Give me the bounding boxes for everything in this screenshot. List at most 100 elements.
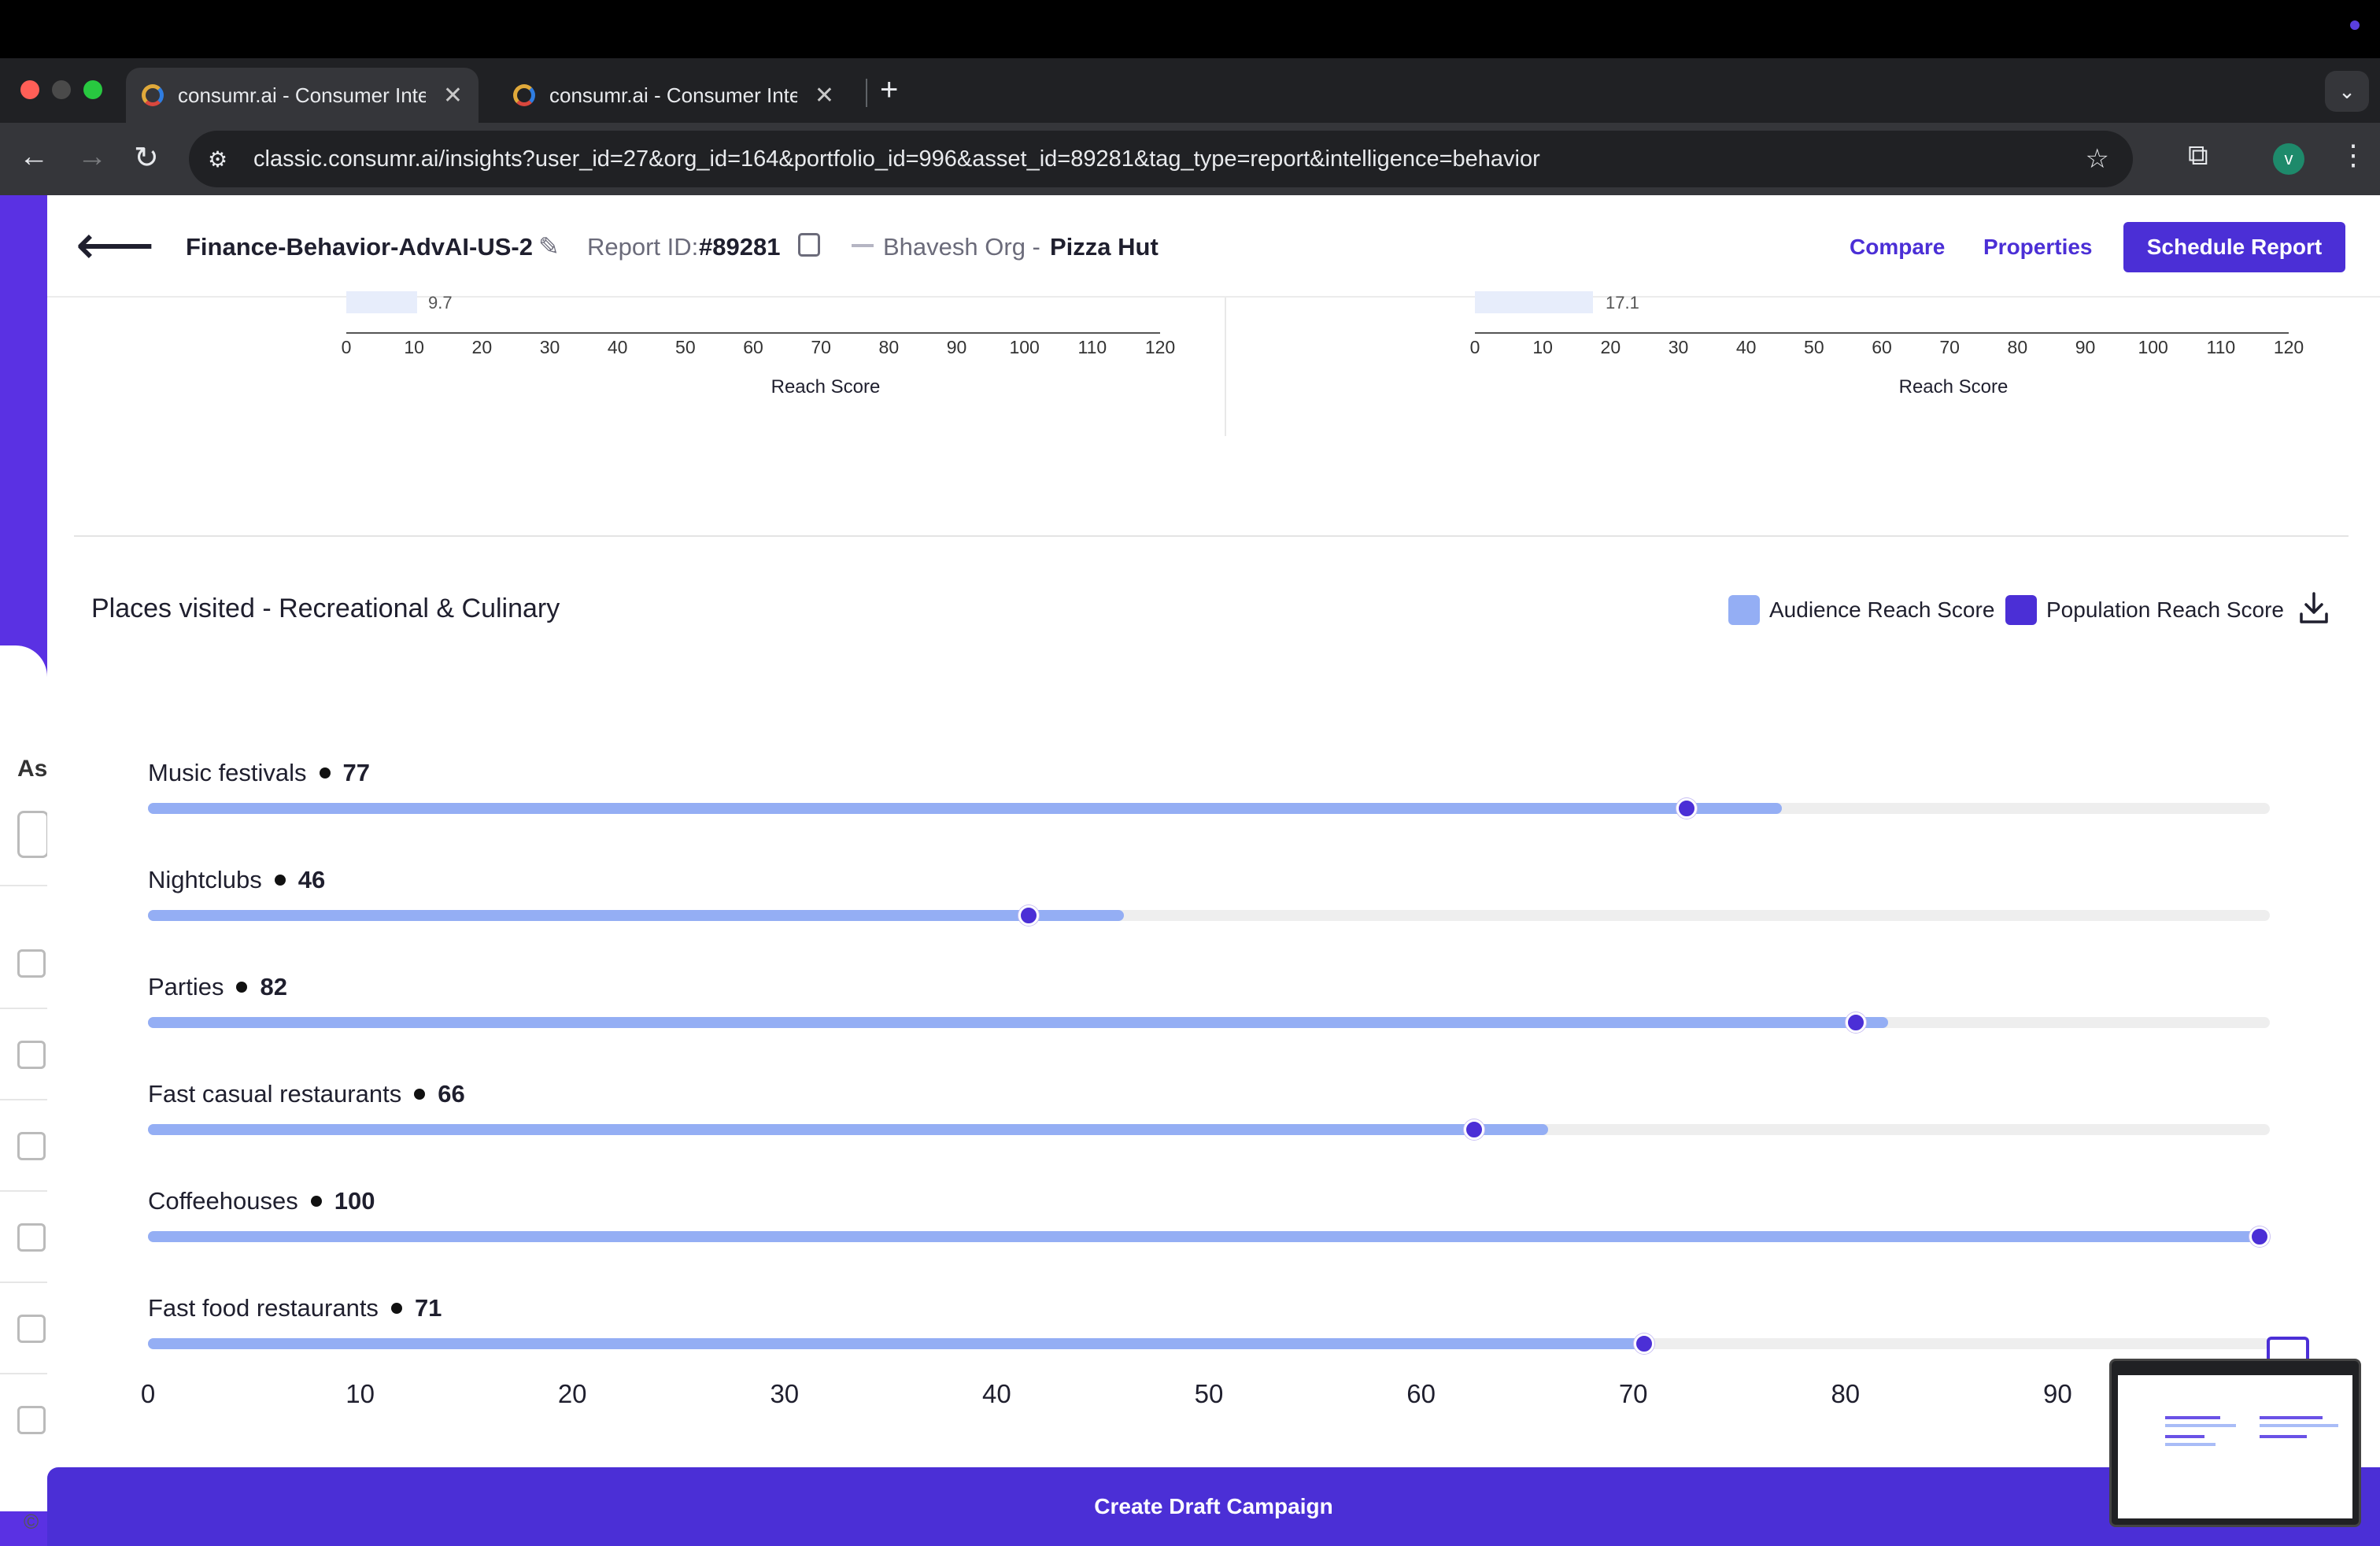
mini-x-tick-label: 90 [946,337,967,357]
x-tick-label: 60 [1406,1379,1436,1408]
consumr-favicon-icon [142,84,164,106]
background-divider [0,1099,47,1100]
background-checkbox [17,949,46,978]
site-info-icon[interactable]: ⚙ [208,146,236,172]
audience-value: 82 [260,973,287,1000]
close-window-button[interactable] [20,80,39,99]
copy-id-icon[interactable] [798,233,820,257]
reload-icon[interactable]: ↻ [134,140,159,176]
extensions-icon[interactable]: ⧉ [2188,139,2208,172]
top-left-axis [346,332,1160,334]
audience-bar[interactable] [148,1124,1549,1135]
mini-x-tick-label: 100 [1009,337,1040,357]
back-arrow-icon[interactable]: ⟵ [76,217,154,272]
audience-bar[interactable] [148,1231,2270,1242]
org-dash-icon [852,244,874,247]
schedule-report-button[interactable]: Schedule Report [2123,222,2345,272]
mini-x-tick-label: 20 [471,337,493,357]
bar-label: Music festivals 77 [148,759,370,787]
profile-avatar[interactable]: v [2273,143,2304,175]
population-marker[interactable] [1018,905,1039,926]
copyright-mark: © [24,1510,39,1533]
background-divider [0,885,47,886]
back-nav-icon[interactable]: ← [19,140,49,174]
section-title: Places visited - Recreational & Culinary [91,594,560,623]
background-asset-label: As [17,756,48,782]
thumbnail-bar [2260,1424,2338,1427]
browser-tab-2[interactable]: consumr.ai - Consumer Intelli ✕ [497,68,850,123]
brand-name: Pizza Hut [1050,233,1159,261]
report-header: ⟵ Finance-Behavior-AdvAI-US-2 ✎ Report I… [47,195,2380,298]
audience-bar[interactable] [148,803,1782,814]
mini-x-tick-label: 90 [2075,337,2096,357]
bar-row: Music festivals 77 [148,759,2270,845]
bar-track [148,1119,2270,1140]
maximize-window-button[interactable] [83,80,102,99]
audience-value: 66 [438,1080,465,1108]
mini-x-tick-label: 0 [341,337,352,357]
population-marker[interactable] [1633,1333,1654,1354]
edit-name-pencil-icon[interactable]: ✎ [538,231,560,261]
mini-x-tick-label: 10 [1532,337,1553,357]
thumbnail-bar [2165,1424,2236,1427]
category-name: Music festivals [148,759,307,786]
mini-x-tick-label: 120 [2273,337,2304,357]
background-checkbox [17,1041,46,1069]
population-marker[interactable] [1464,1119,1484,1140]
audience-bar[interactable] [148,1338,1655,1349]
mini-x-tick-label: 40 [607,337,628,357]
report-card: ⟵ Finance-Behavior-AdvAI-US-2 ✎ Report I… [47,195,2380,1546]
screenshot-thumbnail[interactable] [2109,1359,2361,1527]
background-divider [0,1008,47,1009]
top-right-bar [1475,291,1593,313]
bar-row: Coffeehouses 100 [148,1187,2270,1274]
population-marker[interactable] [2249,1226,2270,1247]
x-tick-label: 90 [2043,1379,2072,1408]
thumbnail-bar [2165,1416,2220,1419]
browser-tab-1[interactable]: consumr.ai - Consumer Intelli ✕ [126,68,479,123]
url-text[interactable]: classic.consumr.ai/insights?user_id=27&o… [253,146,1540,172]
thumbnail-bar [2260,1435,2307,1438]
tab-search-dropdown-icon[interactable]: ⌄ [2325,71,2369,112]
bar-track [148,1226,2270,1247]
top-right-bar-value: 17.1 [1606,293,1639,313]
close-tab-icon[interactable]: ✕ [443,82,463,109]
mini-x-tick-label: 80 [2007,337,2028,357]
population-marker[interactable] [1676,798,1697,819]
mini-x-tick-label: 110 [1077,337,1107,357]
mini-x-tick-label: 30 [539,337,560,357]
chart-divider-vertical [1225,298,1226,436]
top-right-axis [1475,332,2289,334]
new-tab-button[interactable]: + [880,72,898,108]
population-marker[interactable] [1846,1012,1867,1033]
mini-x-tick-label: 70 [811,337,831,357]
background-checkbox [17,1223,46,1252]
thumbnail-header [2118,1369,2352,1375]
section-divider [74,535,2349,537]
bar-track [148,798,2270,819]
close-tab-icon[interactable]: ✕ [815,82,834,109]
audience-value: 46 [298,866,326,893]
tab-separator [866,79,867,107]
thumbnail-content [2118,1369,2352,1518]
thumbnail-bar [2260,1416,2323,1419]
bookmark-star-icon[interactable]: ☆ [2086,143,2109,175]
x-tick-label: 10 [346,1379,375,1408]
mini-x-tick-label: 10 [404,337,424,357]
create-draft-campaign-button[interactable]: Create Draft Campaign [47,1467,2380,1546]
audience-bar[interactable] [148,1017,1888,1028]
top-left-bar-value: 9.7 [428,293,453,313]
background-checkbox [17,1315,46,1343]
x-tick-label: 40 [982,1379,1011,1408]
download-icon[interactable] [2298,590,2330,625]
audience-bar[interactable] [148,910,1125,921]
properties-button[interactable]: Properties [1983,235,2093,260]
background-divider [0,1282,47,1283]
thumbnail-bar [2165,1435,2204,1438]
address-bar[interactable]: ⚙ classic.consumr.ai/insights?user_id=27… [189,131,2133,187]
browser-menu-icon[interactable]: ⋮ [2339,139,2367,172]
audience-value: 77 [342,759,371,786]
compare-button[interactable]: Compare [1850,235,1945,260]
minimize-window-button[interactable] [52,80,71,99]
forward-nav-icon[interactable]: → [77,140,107,174]
